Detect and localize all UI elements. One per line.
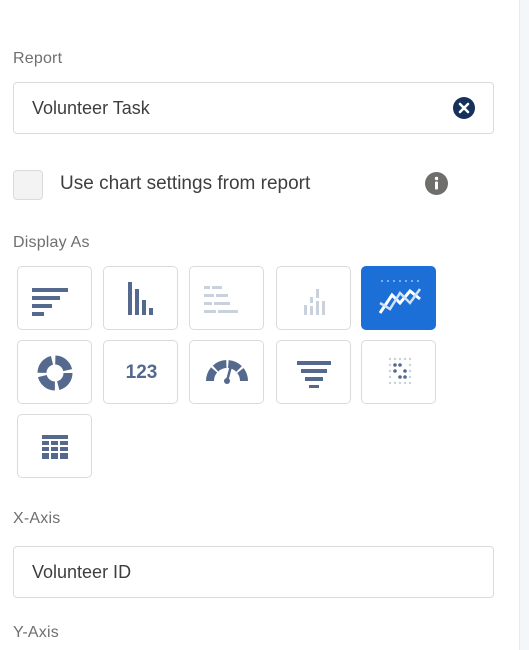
stacked-vertical-bar-icon bbox=[304, 289, 325, 315]
scatter-icon bbox=[388, 357, 412, 385]
x-axis-value: Volunteer ID bbox=[32, 562, 132, 582]
use-chart-settings-checkbox[interactable] bbox=[13, 170, 43, 200]
gauge-button[interactable] bbox=[189, 340, 264, 404]
info-icon[interactable] bbox=[425, 172, 448, 195]
vertical-bar-icon bbox=[128, 282, 153, 315]
report-label: Report bbox=[13, 50, 63, 67]
report-field[interactable]: Volunteer Task bbox=[13, 82, 494, 134]
donut-chart-icon bbox=[37, 355, 73, 391]
vertical-bar-chart-button[interactable] bbox=[103, 266, 178, 330]
metric-icon: 123 bbox=[125, 362, 158, 383]
horizontal-bar-icon bbox=[32, 288, 68, 316]
gauge-icon bbox=[206, 360, 248, 384]
line-chart-icon bbox=[378, 280, 422, 314]
chart-settings-panel: Report Volunteer Task Use chart settings… bbox=[0, 0, 529, 650]
table-button[interactable] bbox=[17, 414, 92, 478]
stacked-vertical-bar-chart-button[interactable] bbox=[276, 266, 351, 330]
scatter-button[interactable] bbox=[361, 340, 436, 404]
funnel-icon bbox=[297, 361, 331, 388]
donut-chart-button[interactable] bbox=[17, 340, 92, 404]
chart-settings-toggle-row: Use chart settings from report bbox=[13, 166, 483, 202]
clear-circle-icon[interactable] bbox=[453, 97, 475, 119]
metric-button[interactable]: 123 bbox=[103, 340, 178, 404]
line-chart-button[interactable] bbox=[361, 266, 436, 330]
display-as-label: Display As bbox=[13, 234, 90, 251]
stacked-horizontal-bar-icon bbox=[204, 286, 238, 313]
x-axis-field[interactable]: Volunteer ID bbox=[13, 546, 494, 598]
use-chart-settings-label: Use chart settings from report bbox=[60, 173, 311, 194]
funnel-button[interactable] bbox=[276, 340, 351, 404]
panel-edge bbox=[519, 0, 529, 650]
stacked-horizontal-bar-chart-button[interactable] bbox=[189, 266, 264, 330]
x-axis-label: X-Axis bbox=[13, 510, 61, 527]
y-axis-label: Y-Axis bbox=[13, 624, 59, 641]
report-value: Volunteer Task bbox=[32, 98, 150, 118]
horizontal-bar-chart-button[interactable] bbox=[17, 266, 92, 330]
table-icon bbox=[42, 435, 68, 459]
